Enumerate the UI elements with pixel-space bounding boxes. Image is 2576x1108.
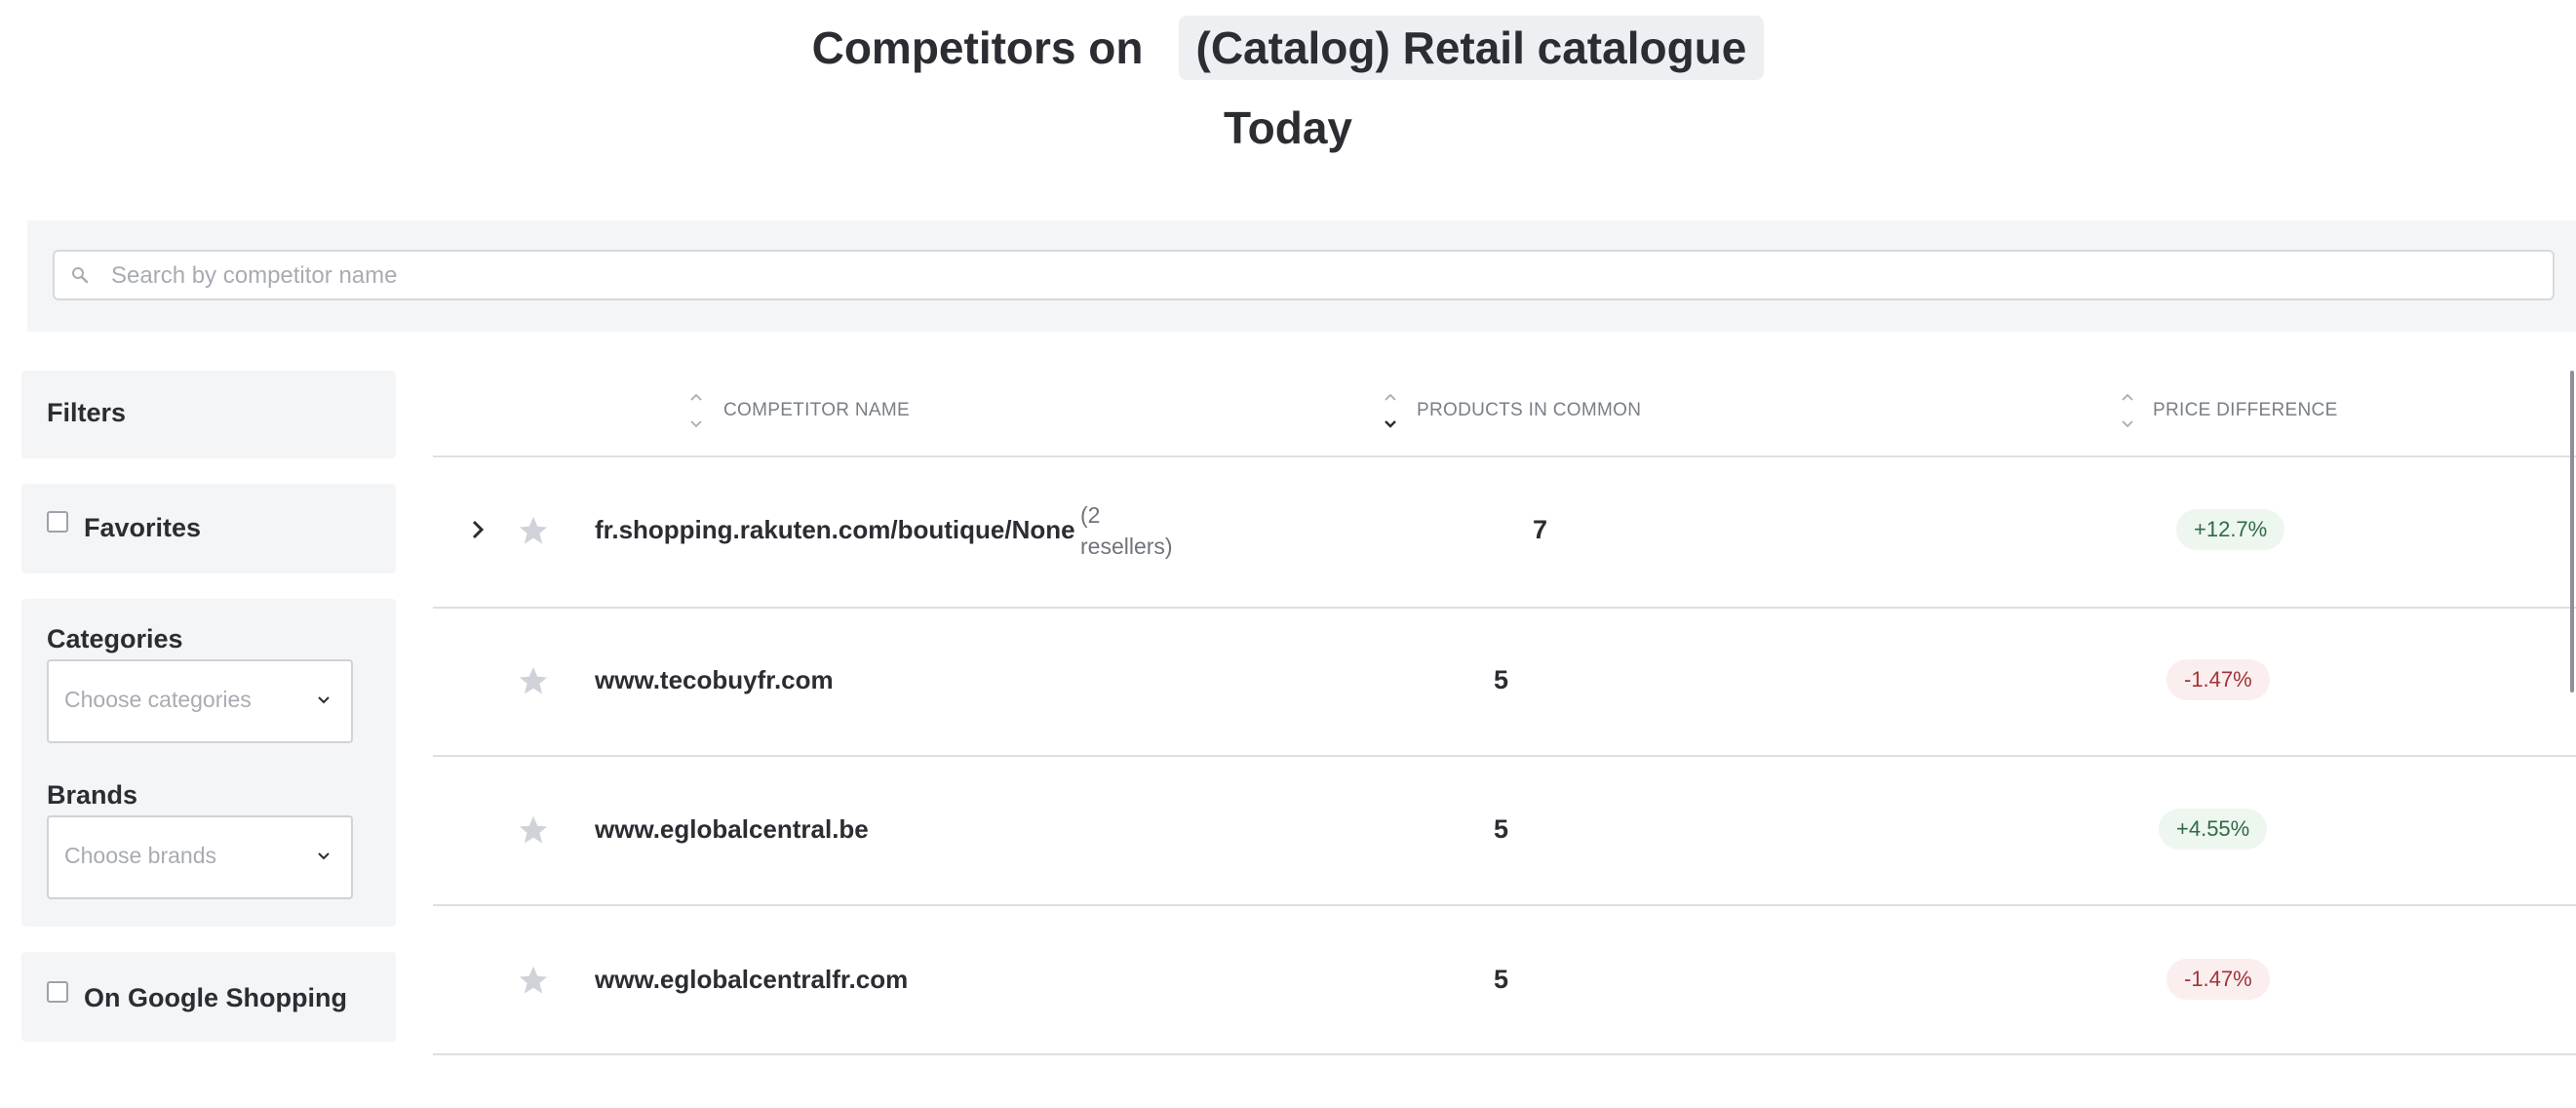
price-difference-badge: -1.47% bbox=[2166, 659, 2270, 700]
products-in-common: 5 bbox=[1494, 665, 1509, 694]
competitor-name[interactable]: fr.shopping.rakuten.com/boutique/None bbox=[595, 515, 1075, 545]
row-divider bbox=[433, 755, 2576, 757]
google-shopping-label[interactable]: On Google Shopping bbox=[84, 983, 347, 1013]
sort-icon[interactable] bbox=[2120, 390, 2135, 431]
competitor-name[interactable]: www.tecobuyfr.com bbox=[595, 665, 834, 695]
categories-select[interactable]: Choose categories bbox=[47, 659, 353, 743]
search-input[interactable] bbox=[109, 252, 2531, 300]
search-field[interactable] bbox=[53, 250, 2555, 300]
column-header-products-in-common[interactable]: PRODUCTS IN COMMON bbox=[1417, 400, 1641, 421]
category-brand-filters: Categories Choose categories Brands Choo… bbox=[21, 599, 396, 927]
filters-title: Filters bbox=[47, 398, 127, 427]
catalog-selector[interactable]: (Catalog) Retail catalogue bbox=[1178, 16, 1765, 80]
filters-panel: Filters bbox=[21, 371, 396, 458]
google-shopping-filter: On Google Shopping bbox=[21, 952, 396, 1042]
page-title: Competitors on bbox=[811, 22, 1144, 73]
price-difference-badge: +4.55% bbox=[2159, 809, 2268, 850]
brands-label: Brands bbox=[47, 780, 138, 810]
products-in-common: 5 bbox=[1494, 814, 1509, 844]
products-in-common: 7 bbox=[1533, 515, 1548, 544]
sort-icon[interactable] bbox=[1383, 390, 1398, 431]
categories-label: Categories bbox=[47, 624, 183, 653]
categories-placeholder: Choose categories bbox=[64, 687, 252, 712]
search-bar bbox=[27, 220, 2576, 332]
header-divider bbox=[433, 455, 2576, 457]
favorites-checkbox[interactable] bbox=[47, 511, 68, 533]
column-header-competitor-name[interactable]: COMPETITOR NAME bbox=[723, 400, 910, 421]
row-divider bbox=[433, 607, 2576, 609]
brands-select[interactable]: Choose brands bbox=[47, 815, 353, 899]
competitor-name[interactable]: www.eglobalcentralfr.com bbox=[595, 965, 908, 995]
star-icon[interactable] bbox=[517, 964, 550, 997]
resellers-count: (2 resellers) bbox=[1080, 502, 1173, 559]
row-divider bbox=[433, 1053, 2576, 1055]
search-icon bbox=[72, 267, 89, 284]
column-header-price-difference[interactable]: PRICE DIFFERENCE bbox=[2153, 400, 2338, 421]
page-header: Competitors on (Catalog) Retail catalogu… bbox=[0, 14, 2576, 82]
sort-icon[interactable] bbox=[688, 390, 704, 431]
favorites-label[interactable]: Favorites bbox=[84, 513, 201, 543]
products-in-common: 5 bbox=[1494, 965, 1509, 994]
star-icon[interactable] bbox=[517, 514, 550, 547]
star-icon[interactable] bbox=[517, 664, 550, 697]
chevron-down-icon bbox=[318, 852, 330, 860]
chevron-down-icon bbox=[318, 696, 330, 704]
chevron-right-icon[interactable] bbox=[468, 517, 488, 542]
favorites-filter: Favorites bbox=[21, 484, 396, 574]
price-difference-badge: -1.47% bbox=[2166, 959, 2270, 1000]
competitor-name[interactable]: www.eglobalcentral.be bbox=[595, 814, 869, 845]
price-difference-badge: +12.7% bbox=[2176, 509, 2285, 550]
row-divider bbox=[433, 904, 2576, 906]
google-shopping-checkbox[interactable] bbox=[47, 981, 68, 1003]
star-icon[interactable] bbox=[517, 813, 550, 847]
period-label: Today bbox=[1223, 102, 1353, 153]
brands-placeholder: Choose brands bbox=[64, 843, 216, 868]
scrollbar[interactable] bbox=[2570, 371, 2574, 692]
